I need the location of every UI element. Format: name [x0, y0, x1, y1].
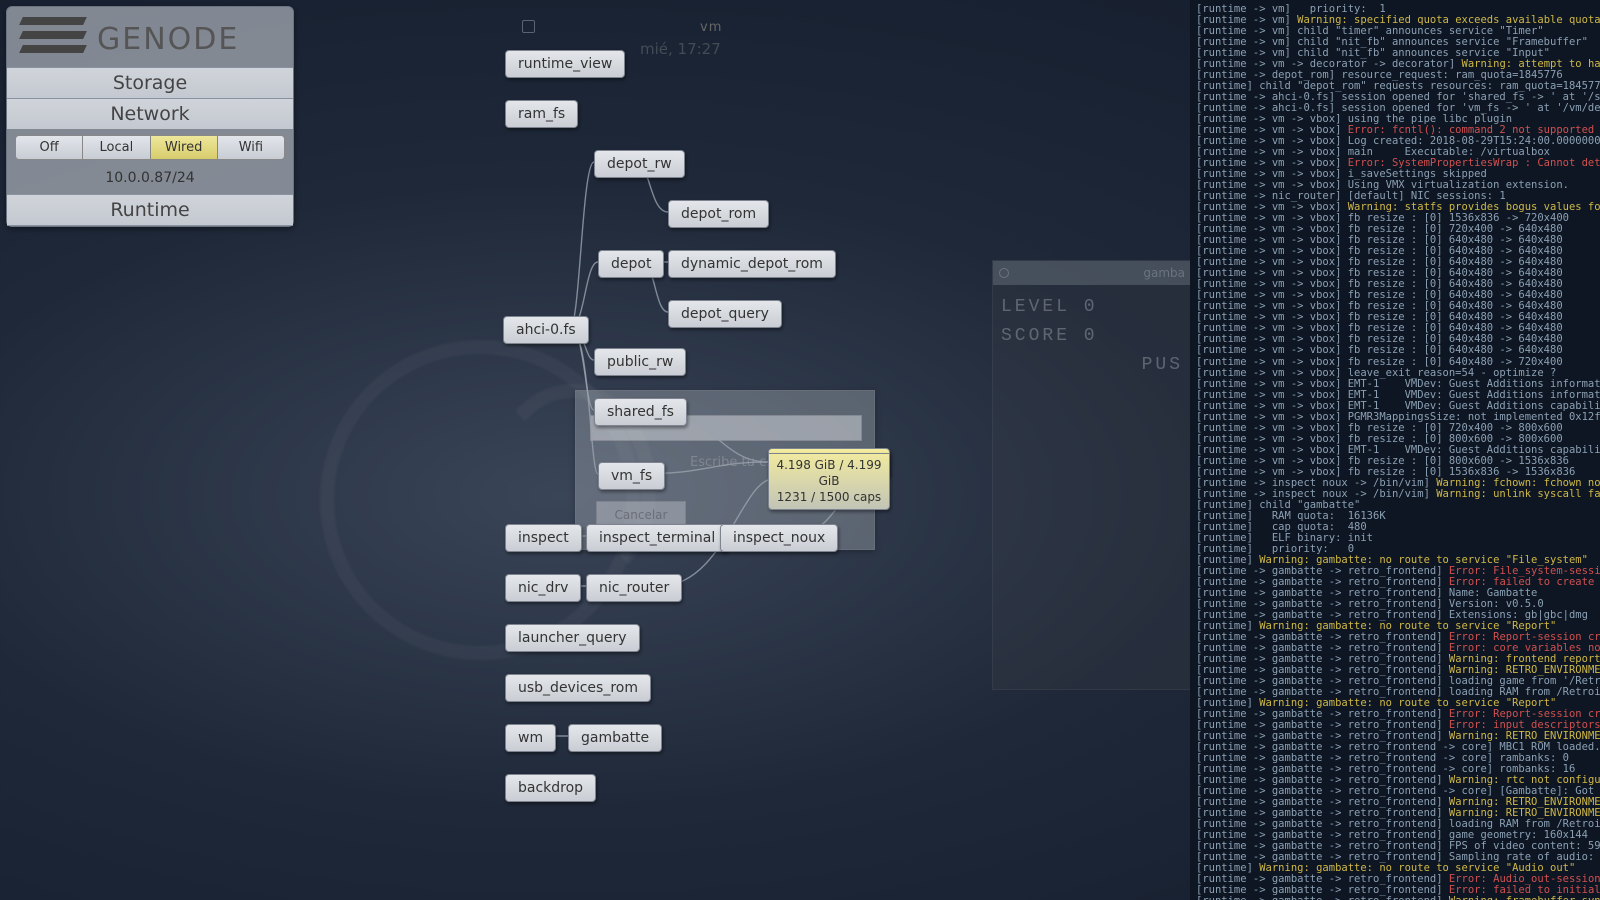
node-runtime-view[interactable]: runtime_view: [505, 50, 625, 78]
node-inspect-noux[interactable]: inspect_noux: [720, 524, 838, 552]
log-line: [runtime -> vm -> vbox] fb resize : [0] …: [1196, 345, 1594, 356]
node-inspect-terminal[interactable]: inspect_terminal: [586, 524, 728, 552]
node-ahci-0.fs[interactable]: ahci-0.fs: [503, 316, 589, 344]
ip-address: 10.0.0.87/24: [7, 166, 293, 194]
log-line: [runtime -> vm -> vbox] PGMR3MappingsSiz…: [1196, 412, 1594, 423]
node-gambatte[interactable]: gambatte: [568, 724, 662, 752]
gambatte-title: gamba: [1143, 266, 1185, 280]
node-depot-rom[interactable]: depot_rom: [668, 200, 769, 228]
node-vm-fs[interactable]: vm_fs: [598, 462, 665, 490]
node-dynamic-depot-rom[interactable]: dynamic_depot_rom: [668, 250, 836, 278]
log-terminal[interactable]: [runtime -> vm] priority: 1[runtime -> v…: [1190, 0, 1600, 900]
node-shared-fs[interactable]: shared_fs: [594, 398, 687, 426]
log-line: [runtime -> vm -> vbox] EMT-1 VMDev: Gue…: [1196, 401, 1594, 412]
net-off-button[interactable]: Off: [15, 135, 83, 160]
node-depot[interactable]: depot: [598, 250, 664, 278]
vm-caps-usage: 1231 / 1500 caps: [773, 489, 885, 505]
brand-name: GENODE: [97, 22, 239, 57]
node-launcher-query[interactable]: launcher_query: [505, 624, 640, 652]
brand-row: GENODE: [7, 7, 293, 67]
section-network: Network: [7, 98, 293, 129]
control-panel: GENODE Storage Network Off Local Wired W…: [6, 6, 294, 227]
node-wm[interactable]: wm: [505, 724, 556, 752]
window-minimize-icon[interactable]: [522, 20, 535, 33]
node-nic-drv[interactable]: nic_drv: [505, 574, 581, 602]
net-local-button[interactable]: Local: [83, 135, 150, 160]
log-line: [runtime -> vm -> vbox] leave_exit_reaso…: [1196, 368, 1594, 379]
log-line: [runtime -> vm -> vbox] fb resize : [0] …: [1196, 434, 1594, 445]
log-line: [runtime -> vm -> vbox] fb resize : [0] …: [1196, 357, 1594, 368]
node-depot-rw[interactable]: depot_rw: [594, 150, 685, 178]
node-usb-devices-rom[interactable]: usb_devices_rom: [505, 674, 651, 702]
log-line: [runtime -> vm -> vbox] EMT-1 VMDev: Gue…: [1196, 390, 1594, 401]
runtime-graph: vm mié, 17:27 Cancelar Escribe tu c... r…: [290, 0, 1090, 900]
node-ram-fs[interactable]: ram_fs: [505, 100, 578, 128]
vm-resource-popup: 4.198 GiB / 4.199 GiB 1231 / 1500 caps: [768, 453, 890, 510]
clock: mié, 17:27: [640, 40, 721, 58]
log-line: [runtime -> gambatte -> retro_frontend] …: [1196, 896, 1594, 900]
genode-logo-icon: [21, 17, 85, 61]
network-mode-segmented: Off Local Wired Wifi: [7, 129, 293, 166]
log-line: [runtime -> vm -> vbox] EMT-1 VMDev: Gue…: [1196, 379, 1594, 390]
log-line: [runtime -> vm -> vbox] fb resize : [0] …: [1196, 456, 1594, 467]
log-line: [runtime -> vm -> vbox] fb resize : [0] …: [1196, 423, 1594, 434]
gambatte-window[interactable]: gamba LEVEL 0 SCORE 0 PUS: [992, 260, 1192, 690]
password-hint-ghost: Escribe tu c...: [690, 455, 779, 470]
net-wired-button[interactable]: Wired: [151, 135, 218, 160]
net-wifi-button[interactable]: Wifi: [218, 135, 285, 160]
node-depot-query[interactable]: depot_query: [668, 300, 782, 328]
gambatte-screen: LEVEL 0 SCORE 0 PUS: [993, 285, 1191, 689]
close-icon[interactable]: [999, 268, 1009, 278]
log-line: [runtime -> vm -> vbox] EMT-1 VMDev: Gue…: [1196, 445, 1594, 456]
node-inspect[interactable]: inspect: [505, 524, 582, 552]
window-title-vm: vm: [700, 20, 722, 35]
gambatte-titlebar[interactable]: gamba: [993, 261, 1191, 285]
node-nic-router[interactable]: nic_router: [586, 574, 682, 602]
section-runtime[interactable]: Runtime: [7, 194, 293, 226]
node-public-rw[interactable]: public_rw: [594, 348, 686, 376]
node-backdrop[interactable]: backdrop: [505, 774, 596, 802]
vm-ram-usage: 4.198 GiB / 4.199 GiB: [773, 457, 885, 489]
section-storage[interactable]: Storage: [7, 67, 293, 98]
